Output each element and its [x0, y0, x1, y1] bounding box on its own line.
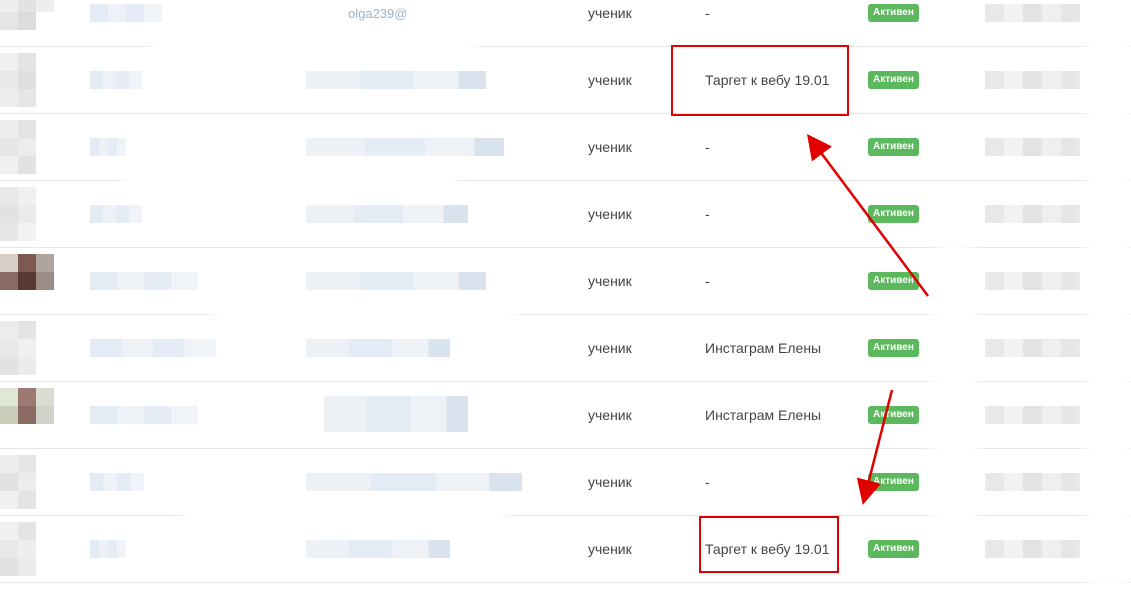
status-badge-cell: Активен: [868, 382, 919, 448]
user-name: [90, 540, 126, 558]
avatar: [0, 388, 72, 442]
user-role: ученик: [588, 206, 632, 222]
status-badge-cell: Активен: [868, 315, 919, 381]
status-badge-cell: Активен: [868, 516, 919, 582]
user-name: [90, 4, 162, 22]
status-badge: Активен: [868, 339, 919, 357]
user-role: ученик: [588, 407, 632, 423]
user-role: ученик: [588, 273, 632, 289]
avatar: [0, 187, 72, 241]
status-badge-cell: Активен: [868, 248, 919, 314]
user-email: [306, 473, 522, 491]
user-role: ученик: [588, 139, 632, 155]
user-name: [90, 138, 126, 156]
status-badge-cell: Активен: [868, 114, 919, 180]
user-email: [324, 396, 468, 432]
avatar: [0, 120, 72, 174]
user-source: Инстаграм Елены: [705, 340, 822, 356]
last-column-value: [985, 205, 1080, 223]
user-source: -: [705, 139, 710, 155]
avatar: [0, 455, 72, 509]
status-badge-cell: Активен: [868, 47, 919, 113]
last-column-value: [985, 473, 1080, 491]
status-badge: Активен: [868, 406, 919, 424]
user-source: Таргет к вебу 19.01: [705, 72, 830, 88]
last-column-value: [985, 406, 1080, 424]
status-badge: Активен: [868, 473, 919, 491]
privacy-blur: [180, 500, 510, 528]
user-name: [90, 339, 216, 357]
privacy-blur: [150, 30, 480, 60]
last-column-value: [985, 138, 1080, 156]
last-column-value: [985, 4, 1080, 22]
user-role: ученик: [588, 72, 632, 88]
last-column-value: [985, 540, 1080, 558]
user-source: Инстаграм Елены: [705, 407, 822, 423]
last-column-value: [985, 339, 1080, 357]
privacy-blur: [210, 300, 520, 330]
status-badge: Активен: [868, 272, 919, 290]
privacy-blur: [1085, 0, 1131, 594]
user-name: [90, 272, 198, 290]
status-badge-cell: Активен: [868, 0, 919, 46]
user-source: Таргет к вебу 19.01: [705, 541, 830, 557]
user-role: ученик: [588, 541, 632, 557]
user-email: [306, 339, 450, 357]
user-source: -: [705, 206, 710, 222]
status-badge-cell: Активен: [868, 449, 919, 515]
user-role: ученик: [588, 340, 632, 356]
privacy-blur: [930, 240, 980, 560]
user-name: [90, 205, 142, 223]
privacy-blur: [120, 160, 460, 200]
user-email: [306, 138, 504, 156]
status-badge: Активен: [868, 71, 919, 89]
status-badge: Активен: [868, 4, 919, 22]
status-badge-cell: Активен: [868, 181, 919, 247]
avatar: [0, 53, 72, 107]
last-column-value: [985, 272, 1080, 290]
avatar: [0, 522, 72, 576]
user-name: [90, 473, 144, 491]
avatar: [0, 254, 72, 308]
avatar: [0, 0, 72, 48]
status-badge: Активен: [868, 205, 919, 223]
users-table-screenshot: olga239@ ученик - Активен ученик Таргет …: [0, 0, 1131, 594]
user-name: [90, 71, 142, 89]
user-email: [306, 540, 450, 558]
last-column-value: [985, 71, 1080, 89]
user-role: ученик: [588, 5, 632, 21]
user-email: [306, 71, 486, 89]
status-badge: Активен: [868, 138, 919, 156]
status-badge: Активен: [868, 540, 919, 558]
user-name: [90, 406, 198, 424]
user-role: ученик: [588, 474, 632, 490]
user-source: -: [705, 474, 710, 490]
user-source: -: [705, 5, 710, 21]
user-email: [306, 272, 486, 290]
user-email: [306, 205, 468, 223]
user-source: -: [705, 273, 710, 289]
avatar: [0, 321, 72, 375]
